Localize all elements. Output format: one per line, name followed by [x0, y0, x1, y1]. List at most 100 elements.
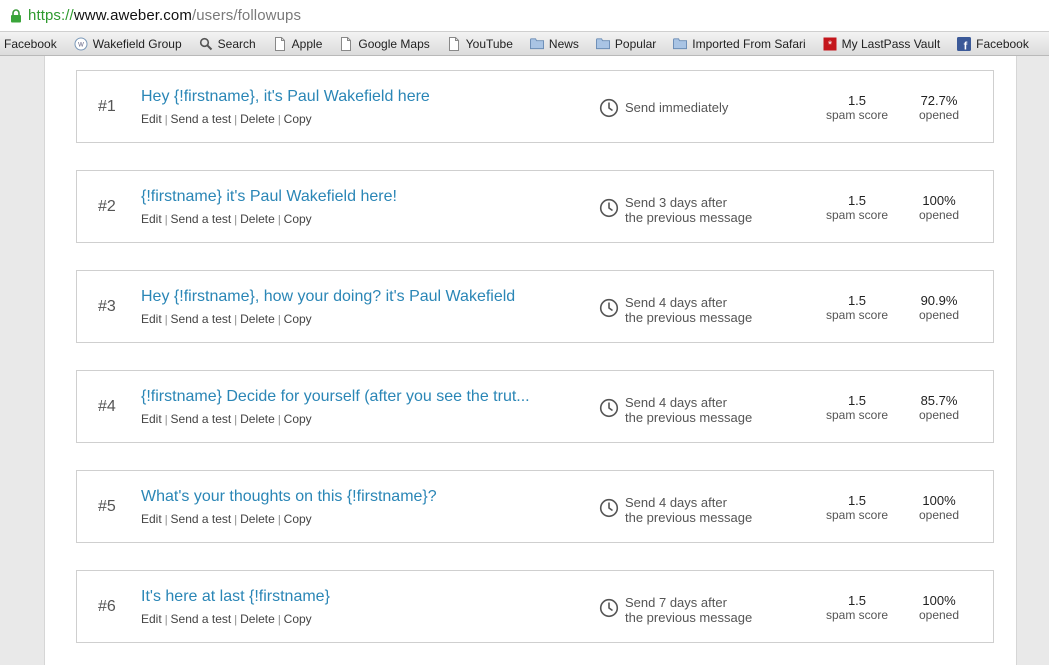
lastpass-icon: *	[823, 37, 837, 51]
send-schedule-line2: the previous message	[625, 210, 753, 225]
bookmark-item[interactable]: f Facebook	[957, 36, 1029, 51]
edit-link[interactable]: Edit	[141, 212, 162, 226]
open-rate-label: opened	[918, 108, 960, 122]
send-test-link[interactable]: Send a test	[171, 512, 232, 526]
bookmark-item[interactable]: Imported From Safari	[673, 37, 806, 51]
message-subject-link[interactable]: What's your thoughts on this {!firstname…	[141, 488, 437, 506]
message-number: #6	[98, 597, 116, 615]
bookmark-item[interactable]: Apple	[273, 36, 323, 51]
delete-link[interactable]: Delete	[240, 212, 275, 226]
folder-icon	[595, 37, 610, 51]
spam-score: 1.5 spam score	[817, 394, 897, 423]
send-test-link[interactable]: Send a test	[171, 612, 232, 626]
spam-score: 1.5 spam score	[817, 94, 897, 123]
action-separator: |	[277, 514, 281, 526]
message-actions: Edit | Send a test | Delete | Copy	[141, 612, 312, 626]
clock-icon	[599, 498, 619, 518]
bookmark-item[interactable]: W Wakefield Group	[74, 37, 182, 51]
bookmark-item[interactable]: YouTube	[447, 36, 513, 51]
action-separator: |	[164, 214, 168, 226]
send-test-link[interactable]: Send a test	[171, 412, 232, 426]
message-subject-link[interactable]: Hey {!firstname}, how your doing? it's P…	[141, 288, 515, 306]
open-rate: 72.7% opened	[899, 93, 979, 123]
spam-score: 1.5 spam score	[817, 494, 897, 523]
open-rate-label: opened	[918, 308, 960, 322]
lock-icon	[10, 8, 22, 23]
open-rate-value: 90.9%	[920, 293, 958, 308]
copy-link[interactable]: Copy	[284, 512, 312, 526]
clock-icon	[599, 198, 619, 218]
send-test-link[interactable]: Send a test	[171, 212, 232, 226]
bookmark-item[interactable]: Google Maps	[339, 36, 430, 51]
svg-text:*: *	[828, 39, 833, 51]
spam-score: 1.5 spam score	[817, 294, 897, 323]
copy-link[interactable]: Copy	[284, 112, 312, 126]
followup-message-row: #5 What's your thoughts on this {!firstna…	[76, 470, 994, 543]
copy-link[interactable]: Copy	[284, 212, 312, 226]
delete-link[interactable]: Delete	[240, 312, 275, 326]
message-subject-link[interactable]: {!firstname} it's Paul Wakefield here!	[141, 188, 397, 206]
open-rate: 100% opened	[899, 493, 979, 523]
action-separator: |	[164, 314, 168, 326]
followup-message-row: #2 {!firstname} it's Paul Wakefield here!…	[76, 170, 994, 243]
send-schedule: Send 7 days after the previous message	[625, 595, 752, 625]
message-subject-link[interactable]: {!firstname} Decide for yourself (after …	[141, 388, 530, 406]
followup-message-row: #4 {!firstname} Decide for yourself (afte…	[76, 370, 994, 443]
bookmark-item[interactable]: * My LastPass Vault	[823, 37, 940, 51]
edit-link[interactable]: Edit	[141, 312, 162, 326]
edit-link[interactable]: Edit	[141, 612, 162, 626]
send-test-link[interactable]: Send a test	[171, 112, 232, 126]
message-number: #4	[98, 397, 116, 415]
action-separator: |	[164, 514, 168, 526]
edit-link[interactable]: Edit	[141, 112, 162, 126]
url-text[interactable]: https://www.aweber.com/users/followups	[28, 7, 301, 24]
open-rate-value: 100%	[922, 493, 956, 508]
delete-link[interactable]: Delete	[240, 412, 275, 426]
copy-link[interactable]: Copy	[284, 312, 312, 326]
bookmarks-bar: Facebook W Wakefield Group Search Apple Googl…	[0, 32, 1049, 56]
action-separator: |	[234, 314, 238, 326]
send-test-link[interactable]: Send a test	[171, 312, 232, 326]
bookmark-label: Wakefield Group	[92, 36, 182, 51]
spam-score-label: spam score	[825, 108, 889, 122]
edit-link[interactable]: Edit	[141, 512, 162, 526]
send-schedule-line2: the previous message	[625, 510, 753, 525]
spam-score: 1.5 spam score	[817, 193, 897, 223]
open-rate-label: opened	[918, 208, 960, 222]
copy-link[interactable]: Copy	[284, 612, 312, 626]
message-actions: Edit | Send a test | Delete | Copy	[141, 112, 312, 126]
send-schedule-line2: the previous message	[625, 610, 753, 625]
edit-link[interactable]: Edit	[141, 412, 162, 426]
bookmark-item[interactable]: Search	[199, 37, 256, 51]
url-path: /users/followups	[191, 7, 302, 24]
clock-icon	[599, 398, 619, 418]
bookmark-label: YouTube	[465, 36, 513, 51]
bookmark-label: My LastPass Vault	[841, 36, 941, 51]
delete-link[interactable]: Delete	[240, 512, 275, 526]
message-subject-link[interactable]: Hey {!firstname}, it's Paul Wakefield he…	[141, 88, 430, 106]
spam-score-value: 1.5	[847, 193, 867, 208]
action-separator: |	[277, 314, 281, 326]
bookmark-label: Apple	[291, 36, 323, 51]
svg-text:f: f	[964, 40, 968, 51]
send-schedule-line1: Send 4 days after	[625, 495, 727, 510]
spam-score-label: spam score	[825, 608, 889, 622]
address-bar[interactable]: https://www.aweber.com/users/followups	[0, 0, 1049, 32]
copy-link[interactable]: Copy	[284, 412, 312, 426]
bookmark-item[interactable]: News	[529, 37, 579, 51]
bookmark-item[interactable]: Popular	[595, 37, 656, 51]
bookmark-item[interactable]: Facebook	[4, 37, 57, 51]
open-rate-label: opened	[918, 508, 960, 522]
action-separator: |	[164, 614, 168, 626]
message-actions: Edit | Send a test | Delete | Copy	[141, 512, 312, 526]
message-subject-link[interactable]: It's here at last {!firstname}	[141, 588, 330, 606]
message-number: #2	[98, 197, 116, 215]
action-separator: |	[234, 514, 238, 526]
send-schedule-line1: Send 7 days after	[625, 595, 727, 610]
send-schedule-line2: the previous message	[625, 410, 753, 425]
delete-link[interactable]: Delete	[240, 612, 275, 626]
delete-link[interactable]: Delete	[240, 112, 275, 126]
open-rate-value: 100%	[922, 593, 956, 608]
clock-icon	[599, 298, 619, 318]
open-rate-value: 72.7%	[920, 93, 958, 108]
